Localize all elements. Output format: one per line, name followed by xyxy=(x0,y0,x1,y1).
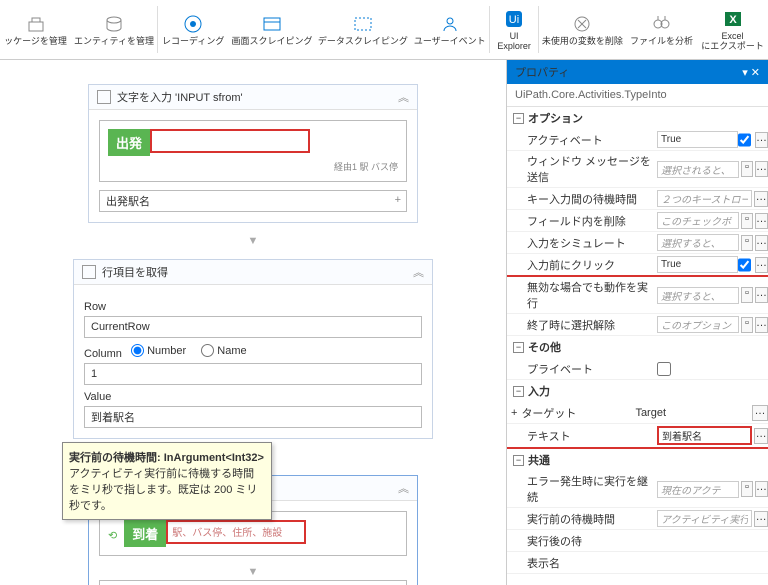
box-icon[interactable]: ▫ xyxy=(741,161,753,177)
prop-deselect[interactable]: 終了時に選択解除▫… xyxy=(507,314,768,336)
group-input[interactable]: −入力 xyxy=(507,380,768,402)
ellipsis-icon[interactable]: … xyxy=(754,191,768,207)
ribbon-package[interactable]: ッケージを管理 xyxy=(0,2,71,57)
group-other[interactable]: −その他 xyxy=(507,336,768,358)
ellipsis-icon[interactable]: … xyxy=(755,317,768,333)
box-icon[interactable]: ▫ xyxy=(741,287,753,303)
properties-panel: プロパティ▾ ✕ UiPath.Core.Activities.TypeInto… xyxy=(506,60,768,585)
input-highlight: 駅、バス停、住所、施設 xyxy=(166,520,306,544)
value-input[interactable] xyxy=(84,406,422,428)
text-expression-input[interactable] xyxy=(99,190,407,212)
ellipsis-icon[interactable]: … xyxy=(754,511,768,527)
prop-clickbefore[interactable]: 入力前にクリック… xyxy=(507,254,768,277)
activate-check[interactable] xyxy=(738,133,751,147)
row-input[interactable] xyxy=(84,316,422,338)
refresh-icon: ⟲ xyxy=(108,530,117,542)
plus-icon[interactable]: + xyxy=(395,194,401,206)
prop-text[interactable]: テキスト… xyxy=(507,424,768,449)
activity-get-row-item[interactable]: 行項目を取得 ︽ Row Column Number Name Value xyxy=(73,259,433,439)
value-label: Value xyxy=(84,391,422,403)
prop-target[interactable]: +ターゲットTarget… xyxy=(507,402,768,424)
ribbon-excel[interactable]: XExcel にエクスポート xyxy=(697,2,768,57)
activity-type-into-1[interactable]: 文字を入力 'INPUT sfrom' ︽ 出発 経由1 駅 バス停 + xyxy=(88,84,418,223)
ribbon-ui-explorer[interactable]: UiUI Explorer xyxy=(490,2,538,57)
tooltip: 実行前の待機時間: InArgument<Int32> アクティビティ実行前に待… xyxy=(62,442,272,520)
ellipsis-icon[interactable]: … xyxy=(755,161,768,177)
departure-badge: 出発 xyxy=(108,129,150,156)
flow-arrow: ▼ xyxy=(8,229,498,253)
column-input[interactable] xyxy=(84,363,422,385)
ellipsis-icon[interactable]: … xyxy=(755,132,768,148)
panel-menu-icon[interactable]: ▾ ✕ xyxy=(742,66,760,79)
prop-invalid[interactable]: 無効な場合でも動作を実行▫… xyxy=(507,277,768,314)
row-label: Row xyxy=(84,301,422,313)
text-expression-input[interactable] xyxy=(99,580,407,585)
prop-continue[interactable]: エラー発生時に実行を継続▫… xyxy=(507,471,768,508)
box-icon[interactable]: ▫ xyxy=(741,235,753,251)
group-option[interactable]: −オプション xyxy=(507,107,768,129)
getrow-icon xyxy=(82,265,96,279)
activity-type: UiPath.Core.Activities.TypeInto xyxy=(507,84,768,107)
ui-target-preview: 出発 経由1 駅 バス停 xyxy=(99,120,407,182)
collapse-icon[interactable]: ︽ xyxy=(413,264,424,280)
ribbon-data-scrape[interactable]: データスクレイピング xyxy=(315,2,410,57)
ribbon-record[interactable]: レコーディング xyxy=(158,2,229,57)
prop-simulate[interactable]: 入力をシミュレート▫… xyxy=(507,232,768,254)
ellipsis-icon[interactable]: … xyxy=(752,405,768,421)
svg-text:X: X xyxy=(729,14,737,26)
ribbon-analyze[interactable]: ファイルを分析 xyxy=(626,2,697,57)
prop-activate[interactable]: アクティベート… xyxy=(507,129,768,151)
prop-keywait[interactable]: キー入力間の待機時間… xyxy=(507,188,768,210)
box-icon[interactable]: ▫ xyxy=(741,213,753,229)
box-icon[interactable]: ▫ xyxy=(741,317,753,333)
activity-title: 行項目を取得 xyxy=(102,264,168,280)
properties-header: プロパティ▾ ✕ xyxy=(507,60,768,84)
ribbon-toolbar: ッケージを管理 エンティティを管理 レコーディング 画面スクレイピング データス… xyxy=(0,0,768,60)
arrival-badge: 到着 xyxy=(124,520,166,547)
prop-sendmsg[interactable]: ウィンドウ メッセージを送信▫… xyxy=(507,151,768,188)
flow-arrow: ▼ xyxy=(99,564,407,580)
private-check[interactable] xyxy=(657,362,671,376)
radio-number[interactable]: Number xyxy=(131,344,186,357)
ribbon-screen-scrape[interactable]: 画面スクレイピング xyxy=(229,2,316,57)
ellipsis-icon[interactable]: … xyxy=(755,213,768,229)
ellipsis-icon[interactable]: … xyxy=(755,481,768,497)
ribbon-user-events[interactable]: ユーザーイベント xyxy=(410,2,489,57)
ellipsis-icon[interactable]: … xyxy=(755,287,768,303)
radio-name[interactable]: Name xyxy=(201,344,246,357)
ellipsis-icon[interactable]: … xyxy=(754,428,768,444)
prop-waitafter[interactable]: 実行後の待 xyxy=(507,530,768,552)
box-icon[interactable]: ▫ xyxy=(741,481,753,497)
collapse-icon[interactable]: ︽ xyxy=(398,480,409,496)
ribbon-remove-unused[interactable]: 未使用の変数を削除 xyxy=(539,2,626,57)
prop-waitbefore[interactable]: 実行前の待機時間… xyxy=(507,508,768,530)
activity-title: 文字を入力 'INPUT sfrom' xyxy=(117,89,243,105)
group-common[interactable]: −共通 xyxy=(507,449,768,471)
ellipsis-icon[interactable]: … xyxy=(755,257,768,273)
tooltip-title: 実行前の待機時間: InArgument<Int32> xyxy=(69,452,264,464)
clickbefore-check[interactable] xyxy=(738,258,751,272)
svg-text:Ui: Ui xyxy=(509,14,519,26)
input-highlight xyxy=(150,129,310,153)
prop-dispname[interactable]: 表示名 xyxy=(507,552,768,574)
prop-private[interactable]: プライベート xyxy=(507,358,768,380)
tooltip-body: アクティビティ実行前に待機する時間をミリ秒で指します。既定は 200 ミリ秒です… xyxy=(69,468,257,512)
ellipsis-icon[interactable]: … xyxy=(755,235,768,251)
typeinto-icon xyxy=(97,90,111,104)
collapse-icon[interactable]: ︽ xyxy=(398,89,409,105)
ribbon-entities[interactable]: エンティティを管理 xyxy=(71,2,157,57)
preview-subtext: 経由1 駅 バス停 xyxy=(108,160,398,173)
prop-delfield[interactable]: フィールド内を削除▫… xyxy=(507,210,768,232)
column-label: Column Number Name xyxy=(84,344,422,360)
